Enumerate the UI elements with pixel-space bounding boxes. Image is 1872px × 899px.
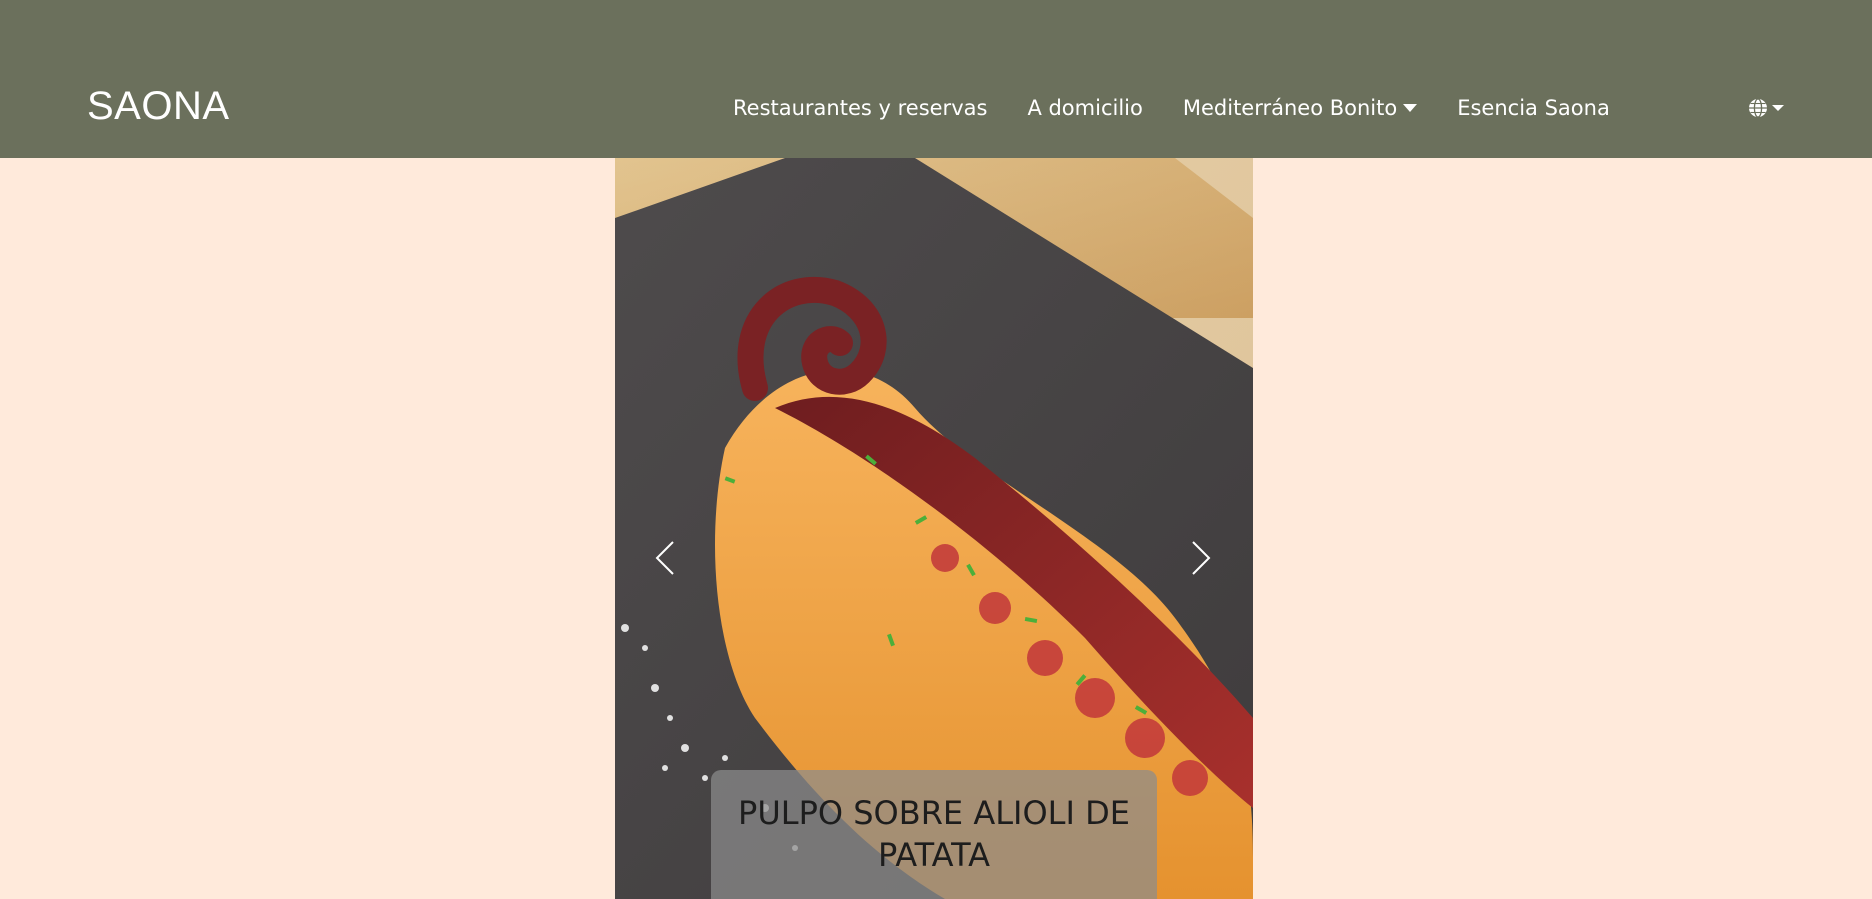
navbar: SAONA Restaurantes y reservas A domicili… bbox=[0, 0, 1872, 158]
nav-link-label: A domicilio bbox=[1027, 96, 1143, 120]
carousel-caption: PULPO SOBRE ALIOLI DE PATATA bbox=[711, 770, 1157, 899]
main-nav: Restaurantes y reservas A domicilio Medi… bbox=[733, 96, 1610, 120]
language-selector[interactable] bbox=[1748, 98, 1784, 118]
nav-dropdown-mediterraneo-bonito[interactable]: Mediterráneo Bonito bbox=[1182, 96, 1418, 120]
nav-link-label: Mediterráneo Bonito bbox=[1182, 96, 1398, 120]
nav-link-label: Esencia Saona bbox=[1457, 96, 1610, 120]
caption-title: PULPO SOBRE ALIOLI DE PATATA bbox=[738, 794, 1130, 874]
nav-link-a-domicilio[interactable]: A domicilio bbox=[1027, 96, 1142, 120]
globe-icon bbox=[1749, 98, 1767, 118]
chevron-left-icon bbox=[655, 541, 674, 575]
carousel-next-button[interactable] bbox=[1171, 518, 1231, 598]
carousel-prev-button[interactable] bbox=[635, 518, 695, 598]
caret-down-icon bbox=[1772, 105, 1784, 111]
chevron-right-icon bbox=[1192, 541, 1211, 575]
brand-logo[interactable]: SAONA bbox=[87, 84, 230, 129]
nav-link-restaurantes[interactable]: Restaurantes y reservas bbox=[733, 96, 987, 120]
nav-link-esencia-saona[interactable]: Esencia Saona bbox=[1457, 96, 1610, 120]
nav-link-label: Restaurantes y reservas bbox=[733, 96, 988, 120]
image-carousel: PULPO SOBRE ALIOLI DE PATATA bbox=[615, 158, 1253, 899]
caret-down-icon bbox=[1403, 104, 1418, 112]
